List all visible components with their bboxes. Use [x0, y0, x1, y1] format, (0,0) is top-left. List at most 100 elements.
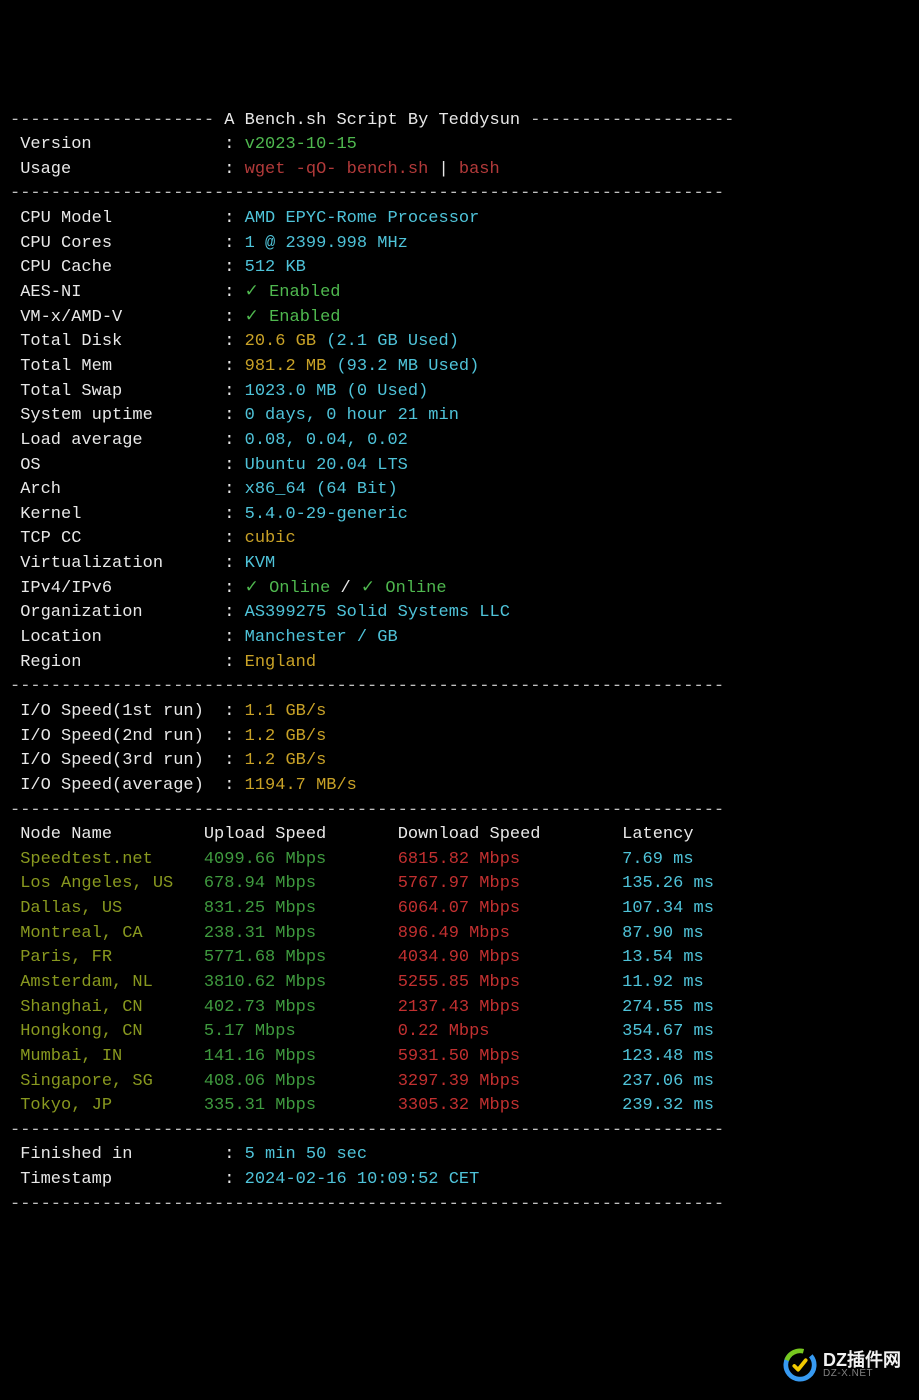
- loc-value: Manchester / GB: [245, 628, 398, 647]
- up-2: 831.25 Mbps: [204, 899, 398, 918]
- watermark-subtitle: DZ-X.NET: [823, 1369, 901, 1379]
- mem-label: Total Mem: [20, 357, 224, 376]
- up-10: 335.31 Mbps: [204, 1096, 398, 1115]
- lat-2: 107.34 ms: [622, 899, 714, 918]
- colon: :: [224, 209, 244, 228]
- org-label: Organization: [20, 603, 224, 622]
- node-2: Dallas, US: [20, 899, 204, 918]
- ipv-label: IPv4/IPv6: [20, 579, 224, 598]
- up-0: 4099.66 Mbps: [204, 850, 398, 869]
- ipv6-value: ✓ Online: [361, 579, 447, 598]
- terminal-output: -------------------- A Bench.sh Script B…: [10, 109, 909, 1218]
- arch-label: Arch: [20, 480, 224, 499]
- colon: :: [214, 702, 245, 721]
- divider: --------------------: [520, 111, 734, 130]
- colon: :: [224, 357, 244, 376]
- node-3: Montreal, CA: [20, 924, 204, 943]
- node-0: Speedtest.net: [20, 850, 204, 869]
- colon: :: [224, 1170, 244, 1189]
- colon: :: [224, 431, 244, 450]
- watermark: DZ插件网 DZ-X.NET: [783, 1348, 901, 1382]
- colon: :: [224, 332, 244, 351]
- colon: :: [224, 382, 244, 401]
- io-r3-value: 1.2 GB/s: [245, 751, 327, 770]
- col-up: Upload Speed: [204, 825, 398, 844]
- down-4: 4034.90 Mbps: [398, 948, 622, 967]
- finished-label: Finished in: [20, 1145, 224, 1164]
- io-avg-value: 1194.7 MB/s: [245, 776, 357, 795]
- up-3: 238.31 Mbps: [204, 924, 398, 943]
- divider: ----------------------------------------…: [10, 184, 724, 203]
- colon: :: [214, 776, 245, 795]
- node-9: Singapore, SG: [20, 1072, 204, 1091]
- watermark-title: DZ插件网: [823, 1351, 901, 1369]
- kernel-label: Kernel: [20, 505, 224, 524]
- lat-6: 274.55 ms: [622, 998, 714, 1017]
- io-r3-label: I/O Speed(3rd run): [20, 751, 214, 770]
- down-3: 896.49 Mbps: [398, 924, 622, 943]
- up-1: 678.94 Mbps: [204, 874, 398, 893]
- cpu_cache-value: 512 KB: [245, 258, 306, 277]
- usage-label: Usage: [20, 160, 224, 179]
- divider: --------------------: [10, 111, 224, 130]
- lat-3: 87.90 ms: [622, 924, 704, 943]
- mem-used: (93.2 MB Used): [336, 357, 479, 376]
- cpu_cores-label: CPU Cores: [20, 234, 224, 253]
- node-5: Amsterdam, NL: [20, 973, 204, 992]
- io-r1-value: 1.1 GB/s: [245, 702, 327, 721]
- version-value: v2023-10-15: [245, 135, 357, 154]
- vmx-label: VM-x/AMD-V: [20, 308, 224, 327]
- aes_ni-value: ✓ Enabled: [245, 283, 341, 302]
- colon: :: [224, 406, 244, 425]
- load-value: 0.08, 0.04, 0.02: [245, 431, 408, 450]
- lat-4: 13.54 ms: [622, 948, 704, 967]
- colon: :: [224, 579, 244, 598]
- down-2: 6064.07 Mbps: [398, 899, 622, 918]
- lat-0: 7.69 ms: [622, 850, 693, 869]
- io-r2-label: I/O Speed(2nd run): [20, 727, 214, 746]
- usage-wget: wget -qO- bench.sh: [245, 160, 429, 179]
- divider: ----------------------------------------…: [10, 677, 724, 696]
- lat-5: 11.92 ms: [622, 973, 704, 992]
- up-9: 408.06 Mbps: [204, 1072, 398, 1091]
- down-8: 5931.50 Mbps: [398, 1047, 622, 1066]
- disk-main: 20.6 GB: [245, 332, 316, 351]
- os-value: Ubuntu 20.04 LTS: [245, 456, 408, 475]
- divider: ----------------------------------------…: [10, 1121, 724, 1140]
- up-7: 5.17 Mbps: [204, 1022, 398, 1041]
- col-down: Download Speed: [398, 825, 622, 844]
- kernel-value: 5.4.0-29-generic: [245, 505, 408, 524]
- loc-label: Location: [20, 628, 224, 647]
- down-1: 5767.97 Mbps: [398, 874, 622, 893]
- down-6: 2137.43 Mbps: [398, 998, 622, 1017]
- down-10: 3305.32 Mbps: [398, 1096, 622, 1115]
- colon: :: [224, 160, 244, 179]
- version-label: Version: [20, 135, 224, 154]
- swap-value: 1023.0 MB (0 Used): [245, 382, 429, 401]
- colon: :: [224, 456, 244, 475]
- io-r1-label: I/O Speed(1st run): [20, 702, 214, 721]
- usage-pipe: |: [439, 160, 449, 179]
- tcpcc-label: TCP CC: [20, 529, 224, 548]
- colon: :: [224, 554, 244, 573]
- arch-value: x86_64 (64 Bit): [245, 480, 398, 499]
- io-avg-label: I/O Speed(average): [20, 776, 214, 795]
- os-label: OS: [20, 456, 224, 475]
- lat-7: 354.67 ms: [622, 1022, 714, 1041]
- colon: :: [224, 234, 244, 253]
- io-r2-value: 1.2 GB/s: [245, 727, 327, 746]
- colon: :: [224, 258, 244, 277]
- node-10: Tokyo, JP: [20, 1096, 204, 1115]
- region-value: England: [245, 653, 316, 672]
- timestamp-value: 2024-02-16 10:09:52 CET: [245, 1170, 480, 1189]
- colon: :: [224, 505, 244, 524]
- colon: :: [224, 653, 244, 672]
- tcpcc-value: cubic: [245, 529, 296, 548]
- timestamp-label: Timestamp: [20, 1170, 224, 1189]
- finished-value: 5 min 50 sec: [245, 1145, 367, 1164]
- down-5: 5255.85 Mbps: [398, 973, 622, 992]
- lat-9: 237.06 ms: [622, 1072, 714, 1091]
- script-title: A Bench.sh Script By Teddysun: [224, 111, 520, 130]
- disk-used: (2.1 GB Used): [326, 332, 459, 351]
- colon: :: [214, 751, 245, 770]
